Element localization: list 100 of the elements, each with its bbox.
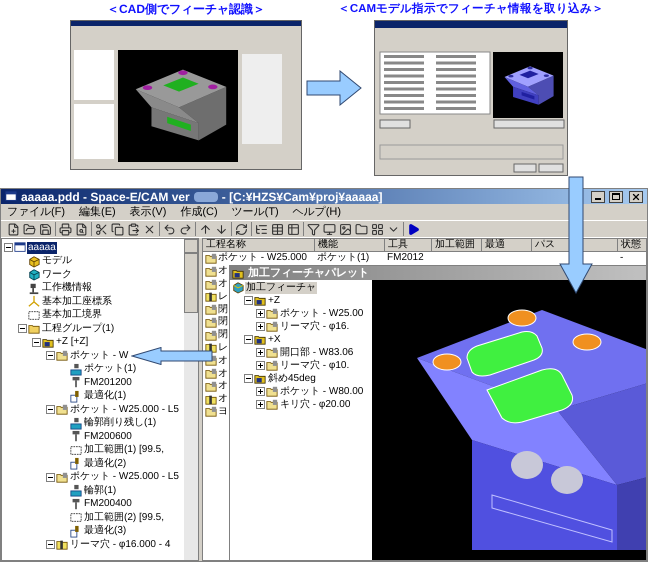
tree-item[interactable]: 斜め45deg — [267, 372, 317, 384]
tree-item[interactable]: ポケット - W25.00 — [279, 308, 364, 320]
tree-item[interactable]: ポケット - W25.000 - L5 — [69, 404, 180, 416]
refresh-icon[interactable] — [235, 222, 248, 236]
expand-toggle[interactable] — [256, 309, 265, 318]
cut-icon[interactable] — [95, 222, 108, 236]
grid-icon[interactable] — [371, 222, 384, 236]
print-preview-icon[interactable] — [75, 222, 88, 236]
tree-item[interactable]: ポケット - W — [69, 350, 130, 362]
menu-item[interactable]: 編集(E) — [79, 204, 116, 220]
window-icon — [5, 190, 17, 203]
tree-view-icon[interactable] — [255, 222, 268, 236]
image-icon[interactable] — [339, 222, 352, 236]
tree-item[interactable]: 輪郭(1) — [83, 484, 118, 497]
expand-toggle[interactable] — [256, 387, 265, 396]
tree-item[interactable]: +Z [+Z] — [55, 336, 90, 348]
tree-item[interactable]: 輪郭削り残し(1) — [83, 417, 158, 430]
menu-item[interactable]: 作成(C) — [180, 204, 218, 220]
maximize-button[interactable] — [609, 190, 623, 202]
tree-item[interactable]: 工程グループ(1) — [41, 322, 116, 335]
save-icon[interactable] — [39, 222, 52, 236]
column-header[interactable]: 工具 — [385, 239, 432, 252]
tree-item[interactable]: ポケット - W25.000 - L5 — [69, 471, 180, 484]
tree-item[interactable]: 加工範囲(1) [99.5, — [83, 444, 166, 456]
collapse-toggle[interactable] — [244, 296, 253, 305]
collapse-toggle[interactable] — [244, 374, 253, 383]
collapse-toggle[interactable] — [32, 338, 41, 347]
collapse-toggle[interactable] — [4, 243, 13, 252]
down-arrow-icon[interactable] — [215, 222, 228, 236]
window-title: aaaaa.pdd - Space-E/CAM ver — [21, 188, 190, 206]
table-cell: 閉 — [218, 329, 228, 342]
undo-icon[interactable] — [163, 222, 176, 236]
print-icon[interactable] — [59, 222, 72, 236]
collapse-toggle[interactable] — [18, 324, 27, 334]
column-header[interactable]: 工程名称 — [203, 239, 315, 252]
tree-item[interactable]: キリ穴 - φ20.00 — [279, 398, 352, 410]
up-arrow-icon[interactable] — [199, 222, 212, 236]
scrollbar[interactable] — [184, 239, 198, 560]
tree-item[interactable]: 基本加工境界 — [41, 309, 103, 322]
collapse-toggle[interactable] — [46, 351, 55, 360]
tree-item[interactable]: FM201200 — [83, 376, 133, 389]
folder-icon[interactable] — [355, 222, 368, 236]
tree-item[interactable]: 最適化(3) — [83, 525, 128, 538]
monitor-icon[interactable] — [323, 222, 336, 236]
redo-icon[interactable] — [179, 222, 192, 236]
collapse-toggle[interactable] — [244, 335, 253, 344]
menu-item[interactable]: 表示(V) — [130, 204, 166, 220]
collapse-toggle[interactable] — [46, 472, 55, 482]
collapse-toggle[interactable] — [46, 405, 55, 414]
close-button[interactable] — [629, 190, 643, 202]
blurred-version — [194, 192, 218, 202]
menu-item[interactable]: ヘルプ(H) — [292, 204, 341, 220]
caption: ＜CAMモデル指示でフィーチャ情報を取り込み＞ — [338, 1, 604, 17]
tree-item[interactable]: 基本加工座標系 — [41, 296, 113, 308]
minimize-button[interactable] — [591, 190, 605, 202]
tree-item[interactable]: 最適化(2) — [83, 458, 128, 470]
filter-icon[interactable] — [307, 222, 320, 236]
folder-icon — [254, 333, 266, 346]
tree-item[interactable]: 加工範囲(2) [99.5, — [83, 512, 166, 524]
tree-item[interactable]: 工作機情報 — [41, 282, 93, 294]
tree-item[interactable]: 最適化(1) — [83, 390, 128, 402]
collapse-toggle[interactable] — [46, 540, 55, 550]
tree-item[interactable]: aaaaa — [27, 242, 57, 254]
close-icon — [631, 192, 641, 202]
tree-item[interactable]: ワーク — [41, 268, 73, 281]
end-mill-icon — [70, 498, 82, 511]
expand-toggle[interactable] — [256, 361, 265, 370]
menu-item[interactable]: ファイル(F) — [7, 204, 66, 220]
column-header[interactable]: 機能 — [315, 239, 385, 252]
axes-icon — [28, 295, 40, 308]
tree-item[interactable]: ポケット(1) — [83, 363, 138, 376]
expand-toggle[interactable] — [256, 400, 265, 409]
expand-toggle[interactable] — [256, 322, 265, 331]
play-icon[interactable] — [407, 222, 420, 236]
column-header[interactable]: 状態 — [618, 239, 646, 252]
tree-item[interactable]: FM200600 — [83, 430, 133, 443]
table-cell: オ — [218, 393, 228, 406]
tree-item[interactable]: FM200400 — [83, 498, 133, 510]
tree-item[interactable]: 開口部 - W83.06 — [279, 346, 354, 358]
open-folder-icon[interactable] — [23, 222, 36, 236]
tree-item[interactable]: リーマ穴 - φ16. — [279, 320, 350, 332]
tree-item[interactable]: +Z — [267, 294, 281, 306]
tree-item[interactable]: +X — [267, 334, 282, 346]
column-header[interactable]: 加工範囲 — [432, 239, 482, 252]
table-icon[interactable] — [271, 222, 284, 236]
folder-icon — [205, 405, 217, 418]
new-file-icon[interactable] — [7, 222, 20, 236]
table-icon[interactable] — [287, 222, 300, 236]
delete-icon[interactable] — [143, 222, 156, 236]
tree-item[interactable]: モデル — [41, 255, 73, 268]
menu-item[interactable]: ツール(T) — [232, 204, 279, 220]
tree-item[interactable]: ポケット - W80.00 — [279, 386, 364, 398]
tree-item[interactable]: リーマ穴 - φ10. — [279, 360, 350, 372]
folder-icon — [205, 380, 217, 393]
part-preview-drawing — [504, 66, 554, 105]
tree-item[interactable]: 加工フィーチャ — [245, 282, 317, 294]
copy-icon[interactable] — [111, 222, 124, 236]
expand-toggle[interactable] — [256, 348, 265, 357]
tree-item[interactable]: リーマ穴 - φ16.000 - 4 — [69, 538, 172, 551]
paste-icon[interactable] — [127, 222, 140, 236]
